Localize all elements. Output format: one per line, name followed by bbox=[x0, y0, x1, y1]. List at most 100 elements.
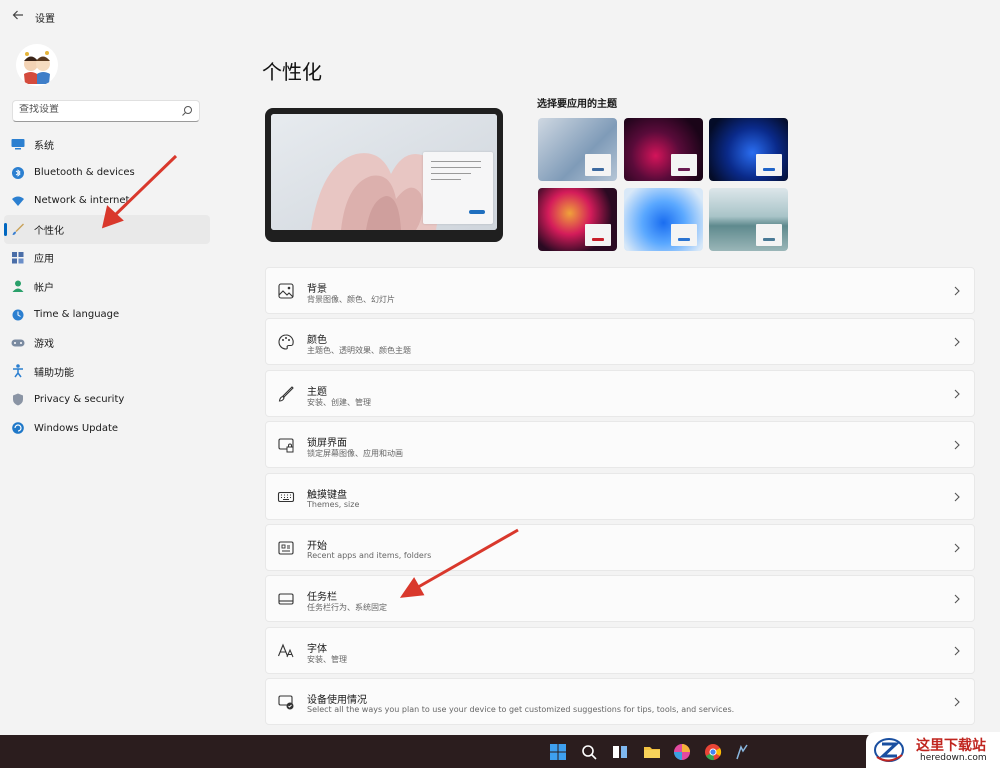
task-view-icon[interactable] bbox=[611, 743, 629, 761]
sidebar-item-label: 帐户 bbox=[34, 282, 54, 294]
card-lock-screen[interactable]: 锁屏界面 锁定屏幕图像、应用和动画 bbox=[265, 421, 975, 469]
sidebar-item-accounts[interactable]: 帐户 bbox=[0, 272, 212, 300]
brush-icon bbox=[11, 222, 25, 236]
taskbar bbox=[0, 735, 1000, 768]
sidebar-item-privacy[interactable]: Privacy & security bbox=[0, 386, 212, 414]
theme-tile[interactable] bbox=[538, 118, 617, 181]
image-icon bbox=[278, 283, 294, 299]
card-subtitle: 安装、创建、管理 bbox=[307, 397, 371, 407]
window-title: 设置 bbox=[35, 14, 55, 25]
card-title: 任务栏 bbox=[307, 592, 337, 604]
card-subtitle: 主题色、透明效果、颜色主题 bbox=[307, 346, 411, 356]
apps-icon bbox=[11, 251, 25, 265]
card-title: 锁屏界面 bbox=[307, 438, 347, 450]
sidebar-item-accessibility[interactable]: 辅助功能 bbox=[0, 357, 212, 385]
theme-tile[interactable] bbox=[538, 188, 617, 251]
shield-icon bbox=[11, 393, 25, 407]
search-box[interactable] bbox=[12, 100, 200, 122]
sidebar-item-label: 游戏 bbox=[34, 339, 54, 351]
person-icon bbox=[11, 279, 25, 293]
theme-tile[interactable] bbox=[624, 118, 703, 181]
taskbar-icon bbox=[278, 593, 294, 605]
preview-window bbox=[423, 152, 493, 224]
card-device-usage[interactable]: 设备使用情况 Select all the ways you plan to u… bbox=[265, 678, 975, 726]
bluetooth-icon bbox=[11, 166, 25, 180]
search-input[interactable] bbox=[19, 104, 179, 115]
sidebar-item-gaming[interactable]: 游戏 bbox=[0, 329, 212, 357]
theme-tile[interactable] bbox=[709, 118, 788, 181]
sidebar-item-label: Privacy & security bbox=[34, 394, 125, 406]
sidebar-item-bluetooth[interactable]: Bluetooth & devices bbox=[0, 158, 212, 186]
accessibility-icon bbox=[11, 364, 25, 378]
sidebar-item-system[interactable]: 系统 bbox=[0, 130, 212, 158]
card-subtitle: Recent apps and items, folders bbox=[307, 550, 432, 560]
card-title: 背景 bbox=[307, 284, 327, 295]
app-icon[interactable] bbox=[733, 743, 751, 761]
sidebar-item-windows-update[interactable]: Windows Update bbox=[0, 414, 212, 442]
sidebar-item-label: Windows Update bbox=[34, 422, 119, 434]
chevron-right-icon bbox=[954, 697, 960, 707]
card-colors[interactable]: 颜色 主题色、透明效果、颜色主题 bbox=[265, 318, 975, 366]
palette-icon bbox=[278, 334, 294, 350]
gamepad-icon bbox=[11, 336, 25, 350]
lock-screen-icon bbox=[278, 438, 294, 453]
globe-clock-icon bbox=[11, 308, 25, 322]
font-icon bbox=[277, 643, 294, 657]
windows-start-icon[interactable] bbox=[549, 743, 567, 761]
sidebar-item-apps[interactable]: 应用 bbox=[0, 244, 212, 272]
brush-icon bbox=[278, 386, 294, 402]
sidebar-item-label: 个性化 bbox=[34, 225, 64, 237]
chevron-right-icon bbox=[954, 389, 960, 399]
card-fonts[interactable]: 字体 安装、管理 bbox=[265, 626, 975, 674]
sidebar-item-personalization[interactable]: 个性化 bbox=[4, 215, 210, 244]
sidebar-item-label: Network & internet bbox=[34, 195, 130, 207]
card-taskbar[interactable]: 任务栏 任务栏行为、系统固定 bbox=[265, 575, 975, 623]
card-title: 触摸键盘 bbox=[307, 489, 347, 501]
card-subtitle: Themes, size bbox=[307, 499, 360, 509]
chevron-right-icon bbox=[954, 594, 960, 604]
card-touch-keyboard[interactable]: 触摸键盘 Themes, size bbox=[265, 472, 975, 520]
sidebar-item-time-language[interactable]: Time & language bbox=[0, 300, 212, 328]
card-start[interactable]: 开始 Recent apps and items, folders bbox=[265, 523, 975, 571]
chevron-right-icon bbox=[954, 646, 960, 656]
start-icon bbox=[278, 541, 294, 555]
avatar[interactable] bbox=[16, 44, 58, 86]
card-subtitle: 安装、管理 bbox=[307, 654, 347, 664]
card-subtitle: 锁定屏幕图像、应用和动画 bbox=[307, 449, 403, 459]
file-explorer-icon[interactable] bbox=[643, 743, 661, 761]
chevron-right-icon bbox=[954, 338, 960, 347]
app-color-icon[interactable] bbox=[673, 743, 691, 761]
theme-tile[interactable] bbox=[709, 188, 788, 251]
sidebar-item-label: Bluetooth & devices bbox=[34, 167, 135, 179]
watermark: 这里下载站 heredown.com bbox=[866, 732, 1000, 768]
card-title: 开始 bbox=[307, 540, 327, 552]
watermark-subtitle: heredown.com bbox=[920, 753, 987, 763]
monitor-icon bbox=[11, 137, 25, 151]
chevron-right-icon bbox=[954, 440, 960, 450]
sidebar-item-label: Time & language bbox=[34, 309, 120, 321]
sidebar-nav: 系统 Bluetooth & devices Network & interne… bbox=[0, 130, 212, 442]
card-background[interactable]: 背景 背景图像、颜色、幻灯片 bbox=[265, 267, 975, 314]
sidebar-item-label: 应用 bbox=[34, 254, 54, 266]
sidebar-item-label: 系统 bbox=[34, 140, 54, 152]
sidebar-item-network[interactable]: Network & internet bbox=[0, 187, 212, 215]
back-button[interactable] bbox=[10, 9, 26, 25]
device-usage-icon bbox=[278, 695, 294, 710]
card-themes[interactable]: 主题 安装、创建、管理 bbox=[265, 369, 975, 417]
card-title: 颜色 bbox=[307, 335, 327, 347]
back-arrow-icon bbox=[12, 10, 23, 20]
search-icon[interactable] bbox=[580, 743, 598, 761]
wifi-icon bbox=[11, 194, 25, 208]
chrome-icon[interactable] bbox=[704, 743, 722, 761]
settings-list: 背景 背景图像、颜色、幻灯片 颜色 主题色、透明效果、颜色主题 主题 安装、创建… bbox=[265, 267, 975, 730]
search-icon[interactable] bbox=[181, 105, 193, 117]
card-title: 字体 bbox=[307, 643, 327, 655]
chevron-right-icon bbox=[954, 286, 960, 296]
theme-tile[interactable] bbox=[624, 188, 703, 251]
watermark-logo-icon bbox=[874, 738, 904, 762]
chevron-right-icon bbox=[954, 492, 960, 501]
update-icon bbox=[11, 421, 25, 435]
themes-title: 选择要应用的主题 bbox=[537, 99, 617, 110]
preview-wallpaper bbox=[271, 114, 497, 230]
keyboard-icon bbox=[277, 491, 295, 502]
